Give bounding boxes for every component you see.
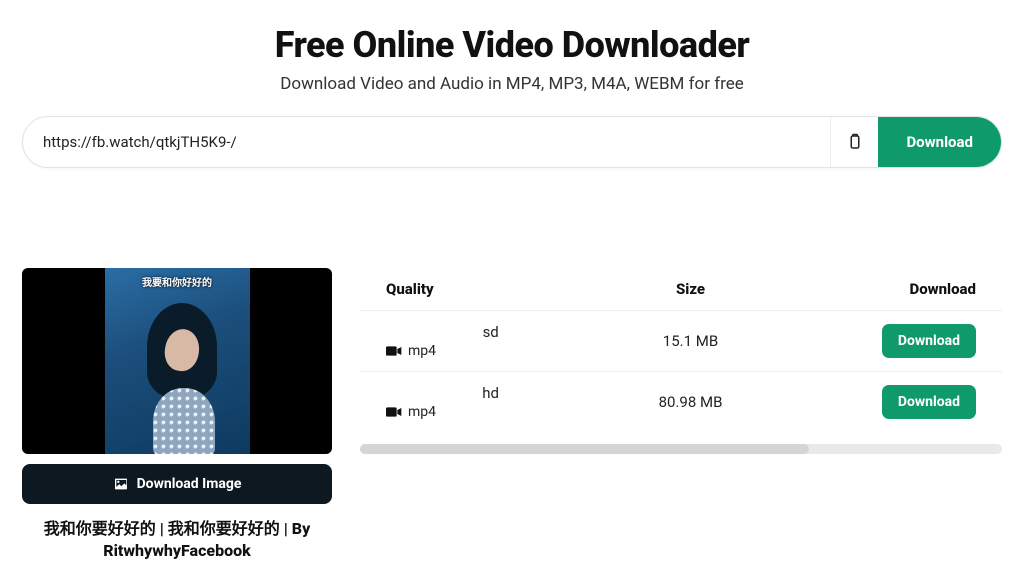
thumbnail-caption: 我要和你好好的: [105, 274, 250, 289]
download-image-button[interactable]: Download Image: [22, 464, 332, 504]
col-quality: Quality: [386, 280, 595, 298]
col-download: Download: [786, 280, 976, 298]
quality-value: hd: [386, 384, 595, 402]
paste-button[interactable]: [830, 117, 878, 167]
row-download-button[interactable]: Download: [882, 324, 976, 358]
video-icon: [386, 406, 402, 418]
size-value: 15.1 MB: [595, 332, 785, 350]
table-row: hd mp4 80.98 MB Download: [360, 371, 1002, 432]
video-title: 我和你要好好的 | 我和你要好好的 | By RitwhywhyFacebook: [22, 518, 332, 561]
table-row: sd mp4 15.1 MB Download: [360, 310, 1002, 371]
video-thumbnail[interactable]: 我要和你好好的: [22, 268, 332, 454]
clipboard-icon: [846, 133, 864, 151]
format-value: mp4: [408, 343, 436, 359]
col-size: Size: [595, 280, 785, 298]
format-value: mp4: [408, 404, 436, 420]
thumbnail-art: [145, 303, 220, 453]
size-value: 80.98 MB: [595, 393, 785, 411]
page-subtitle: Download Video and Audio in MP4, MP3, M4…: [0, 74, 1024, 94]
page-title: Free Online Video Downloader: [0, 24, 1024, 66]
download-button[interactable]: Download: [878, 117, 1001, 167]
url-bar: Download: [22, 116, 1002, 168]
image-icon: [113, 476, 129, 492]
quality-value: sd: [386, 323, 595, 341]
video-icon: [386, 345, 402, 357]
download-image-label: Download Image: [137, 476, 242, 492]
row-download-button[interactable]: Download: [882, 385, 976, 419]
table-header: Quality Size Download: [360, 268, 1002, 310]
horizontal-scrollbar[interactable]: [360, 444, 1002, 454]
url-input[interactable]: [23, 117, 830, 167]
